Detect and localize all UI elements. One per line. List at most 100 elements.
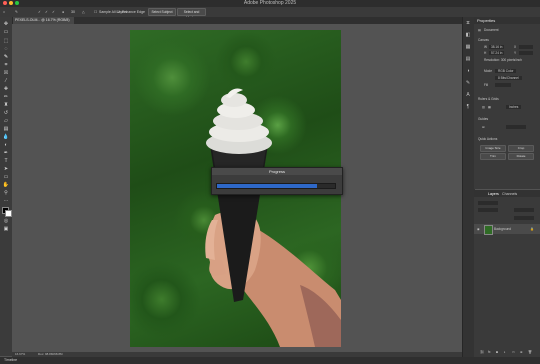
sample-all-layers-checkbox[interactable]: ☐	[94, 7, 97, 17]
layer-thumbnail	[484, 225, 493, 235]
gradient-tool-icon[interactable]: ▤	[2, 126, 10, 132]
brush-picker-icon[interactable]: ●	[62, 7, 64, 17]
libraries-icon[interactable]: ▤	[465, 56, 471, 62]
ruler-units-dropdown[interactable]: Inches	[506, 105, 522, 109]
shape-tool-icon[interactable]: ▭	[2, 174, 10, 180]
history-brush-icon[interactable]: ↺	[2, 110, 10, 116]
frame-tool-icon[interactable]: ☒	[2, 70, 10, 76]
guides-icon[interactable]: ⊞	[482, 125, 485, 129]
x-label: X	[514, 45, 517, 49]
quick-mask-icon[interactable]: ◎	[2, 218, 10, 224]
bit-depth-dropdown[interactable]: 8 Bits/Channel	[495, 76, 522, 80]
height-label: H	[484, 51, 487, 55]
ruler-icon[interactable]: ▥	[482, 105, 485, 109]
guides-header[interactable]: Guides	[478, 117, 488, 121]
select-subject-button[interactable]: Select Subject	[148, 8, 176, 16]
guides-dropdown[interactable]	[506, 125, 526, 129]
crop-button[interactable]: Crop	[508, 145, 534, 152]
eyedropper-tool-icon[interactable]: ⁄	[2, 78, 10, 84]
character-icon[interactable]: A	[465, 92, 471, 98]
brushes-icon[interactable]: ✎	[465, 80, 471, 86]
grid-icon[interactable]: ▦	[488, 105, 491, 109]
opacity-field[interactable]	[514, 208, 534, 212]
dodge-tool-icon[interactable]: ◐	[2, 142, 10, 148]
mode-label: Mode	[484, 69, 492, 73]
quick-selection-tool-icon[interactable]: ✎	[15, 7, 18, 17]
enhance-edge-checkbox[interactable]: ☑	[117, 7, 120, 17]
properties-title: Properties	[474, 17, 540, 24]
background-color-swatch[interactable]	[5, 210, 12, 217]
layers-tab[interactable]: Layers	[488, 192, 499, 196]
paragraph-icon[interactable]: ¶	[465, 104, 471, 110]
rotate-button[interactable]: Rotate	[508, 153, 534, 160]
more-tools-icon[interactable]: ···	[2, 198, 10, 204]
brush-tool-icon[interactable]: ✏	[2, 94, 10, 100]
hand-tool-icon[interactable]: ✋	[2, 182, 10, 188]
select-and-mask-button[interactable]: Select and Mask...	[177, 8, 206, 20]
history-icon[interactable]: ⧖	[465, 20, 471, 26]
fx-icon[interactable]: fx	[488, 350, 490, 354]
clone-stamp-icon[interactable]: ♜	[2, 102, 10, 108]
add-selection-icon[interactable]: ✓	[45, 7, 48, 17]
link-layers-icon[interactable]: ⛓	[480, 350, 484, 354]
trim-button[interactable]: Trim	[480, 153, 506, 160]
new-selection-icon[interactable]: ✓	[38, 7, 41, 17]
type-tool-icon[interactable]: T	[2, 158, 10, 164]
blend-mode-dropdown[interactable]	[478, 208, 498, 212]
marquee-tool-icon[interactable]: ⬚	[2, 38, 10, 44]
fill-dropdown[interactable]	[495, 83, 511, 87]
y-field[interactable]	[519, 51, 533, 55]
document-tab[interactable]: PEXELS-OLM... @ 16.7% (RGB/8)	[12, 17, 74, 24]
zoom-tool-icon[interactable]: ⚲	[2, 190, 10, 196]
canvas-section-header[interactable]: Canvas	[478, 38, 489, 42]
mode-dropdown[interactable]: RGB Color	[495, 69, 517, 73]
lasso-tool-icon[interactable]: ◌	[2, 46, 10, 52]
enhance-edge-label: Enhance Edge	[122, 10, 145, 14]
progress-dialog: Progress	[211, 167, 343, 195]
layer-filter-dropdown[interactable]	[478, 201, 498, 205]
new-group-icon[interactable]: ▭	[512, 350, 515, 354]
rulers-grids-header[interactable]: Rulers & Grids	[478, 97, 499, 101]
adjustments-icon[interactable]: ◑	[465, 68, 471, 74]
x-field[interactable]	[519, 45, 533, 49]
home-icon[interactable]: ⌂	[3, 7, 5, 17]
lock-icon: 🔒	[530, 227, 534, 231]
path-selection-icon[interactable]: ➤	[2, 166, 10, 172]
subtract-selection-icon[interactable]: ✓	[52, 7, 55, 17]
brush-size-value[interactable]: 30	[71, 7, 75, 17]
move-tool-icon[interactable]: ✥	[2, 21, 10, 27]
new-layer-icon[interactable]: ⊕	[520, 350, 523, 354]
quick-selection-tool-icon[interactable]: ✎	[2, 54, 10, 60]
delete-layer-icon[interactable]: 🗑	[528, 350, 532, 354]
document-icon: ▤	[478, 28, 482, 32]
progress-dialog-title: Progress	[212, 168, 342, 175]
fill-field[interactable]	[514, 216, 534, 220]
blur-tool-icon[interactable]: 💧	[2, 134, 10, 140]
artboard-tool-icon[interactable]: ▭	[2, 29, 10, 35]
swatches-icon[interactable]: ▦	[465, 44, 471, 50]
crop-tool-icon[interactable]: ⌗	[2, 62, 10, 68]
visibility-eye-icon[interactable]: ◉	[477, 227, 480, 231]
y-label: Y	[514, 51, 517, 55]
resolution-text: Resolution: 300 pixels/inch	[484, 58, 522, 62]
height-field[interactable]: 57.24 in	[489, 51, 505, 55]
window-title: Adobe Photoshop 2025	[243, 0, 297, 6]
image-size-button[interactable]: Image Size	[480, 145, 506, 152]
angle-icon[interactable]: △	[82, 7, 85, 17]
eraser-tool-icon[interactable]: ▱	[2, 118, 10, 124]
timeline-panel-tab[interactable]: Timeline	[0, 357, 540, 364]
pen-tool-icon[interactable]: ✒	[2, 150, 10, 156]
width-field[interactable]: 38.16 in	[489, 45, 505, 49]
document-tab-bar	[12, 17, 462, 24]
adjustment-layer-icon[interactable]: ◐	[504, 350, 506, 354]
document-label: Document	[484, 28, 499, 32]
channels-tab[interactable]: Channels	[502, 192, 517, 196]
add-mask-icon[interactable]: ◙	[496, 350, 498, 354]
healing-brush-icon[interactable]: ✚	[2, 86, 10, 92]
quick-actions-header[interactable]: Quick Actions	[478, 137, 497, 141]
screen-mode-icon[interactable]: ▣	[2, 226, 10, 232]
color-icon[interactable]: ◧	[465, 32, 471, 38]
layer-row[interactable]: ◉ Background 🔒	[474, 224, 540, 235]
layers-panel: Layers Channels ◉ Background 🔒 ⛓ fx ◙ ◐ …	[474, 190, 540, 357]
layer-name[interactable]: Background	[494, 227, 511, 231]
